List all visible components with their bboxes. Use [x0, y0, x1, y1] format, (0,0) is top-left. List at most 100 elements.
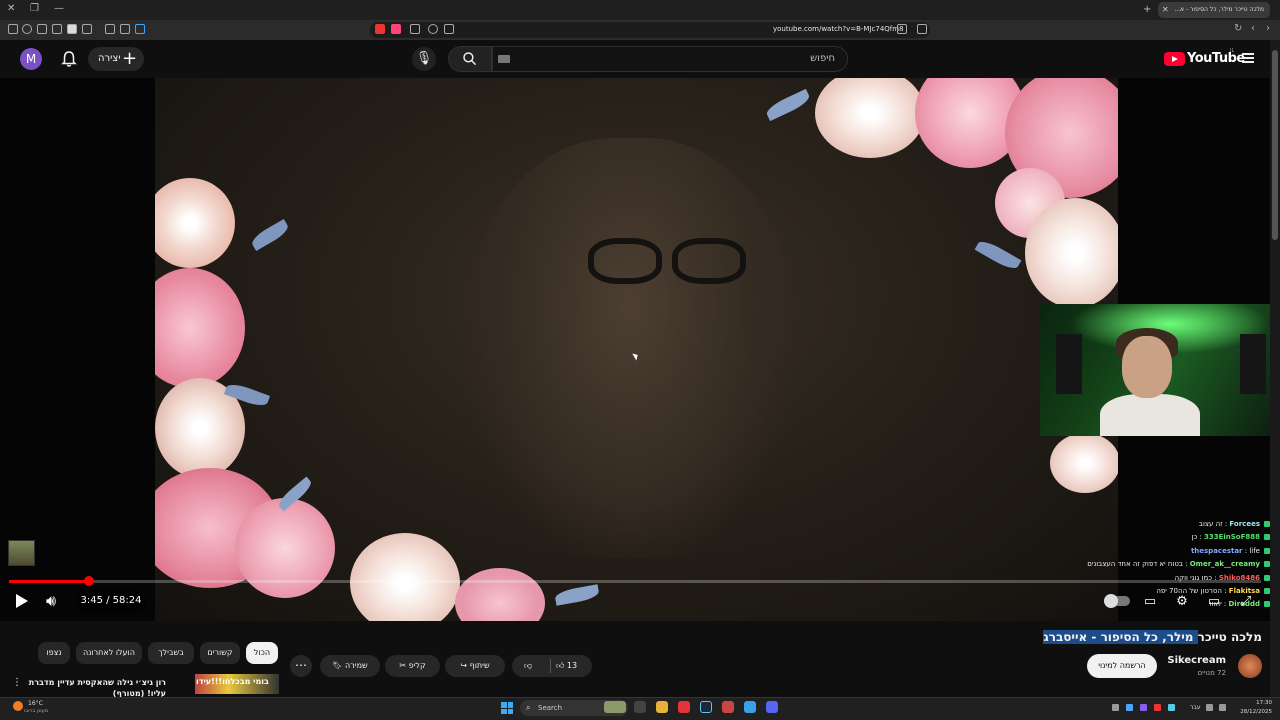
- brave-shields-icon[interactable]: [391, 24, 401, 34]
- close-tab-icon[interactable]: ✕: [1162, 2, 1169, 18]
- input-language[interactable]: עבר: [1190, 704, 1201, 711]
- account-avatar[interactable]: M: [20, 48, 42, 70]
- chip-for-you[interactable]: בשבילך: [148, 642, 194, 664]
- chip-related[interactable]: קשורים: [200, 642, 240, 664]
- cast-icon[interactable]: [444, 24, 454, 34]
- youtube-logo[interactable]: YouTube IL: [1164, 48, 1245, 68]
- music-icon[interactable]: [82, 24, 92, 34]
- leaf-decoration: [764, 88, 812, 122]
- bookmark-save-icon: 🔖︎: [332, 661, 343, 670]
- minimize-window-icon[interactable]: —: [54, 3, 64, 14]
- hydrangea-decoration: [155, 268, 245, 388]
- subscribe-button[interactable]: הרשמה למינוי: [1087, 654, 1157, 678]
- keyboard-icon[interactable]: [498, 55, 510, 63]
- subtitles-icon[interactable]: ▭: [1141, 594, 1159, 610]
- steam-icon[interactable]: [700, 701, 712, 713]
- forward-icon[interactable]: ›: [1266, 23, 1270, 34]
- chip-all[interactable]: הכול: [246, 642, 278, 664]
- tray-app-icon[interactable]: [1140, 704, 1147, 711]
- share-button[interactable]: שיתוף ↪: [445, 655, 505, 677]
- translate-icon[interactable]: [897, 24, 907, 34]
- chat-line: Omer_ak__creamy : בטוח יא דפוק זה אחד הע…: [1046, 558, 1270, 571]
- progress-scrubber-handle[interactable]: [84, 576, 95, 586]
- restore-window-icon[interactable]: ❐: [30, 3, 39, 14]
- leaf-decoration: [974, 237, 1022, 273]
- like-button[interactable]: 13 👍︎: [556, 655, 577, 677]
- title-text: מלכה טייכר: [1197, 630, 1262, 644]
- zoom-icon[interactable]: [428, 24, 438, 34]
- youtube-shortcut-icon[interactable]: [67, 24, 77, 34]
- hydrangea-decoration: [455, 568, 545, 621]
- play-button[interactable]: [12, 590, 32, 612]
- country-code: IL: [1230, 48, 1235, 54]
- brave-browser-icon[interactable]: [678, 701, 690, 713]
- tray-chevron-icon[interactable]: [1112, 704, 1119, 711]
- reload-icon[interactable]: ↻: [1234, 23, 1242, 34]
- fullscreen-icon[interactable]: ⤢: [1237, 594, 1255, 610]
- clock-time[interactable]: 17:30: [1236, 700, 1272, 706]
- channel-avatar[interactable]: [1238, 654, 1262, 678]
- wifi-icon[interactable]: [1206, 704, 1213, 711]
- share-page-icon[interactable]: [410, 24, 420, 34]
- clip-button[interactable]: קליפ ✂: [385, 655, 440, 677]
- new-tab-button[interactable]: +: [1143, 4, 1151, 15]
- volume-icon[interactable]: 🔊︎: [46, 590, 66, 612]
- shield-icon[interactable]: [22, 24, 32, 34]
- sidebar-icon[interactable]: [52, 24, 62, 34]
- widgets-icon[interactable]: [604, 701, 626, 713]
- rose-decoration: [1050, 433, 1118, 493]
- discord-icon[interactable]: [766, 701, 778, 713]
- search-input[interactable]: חיפוש: [492, 46, 848, 72]
- back-icon[interactable]: ‹: [1251, 23, 1255, 34]
- url-text: youtube.com/watch?v=B-MJc74Qfm8: [773, 25, 904, 33]
- recommended-video-title[interactable]: רון גיצ׳י גילה שהאקסית עדיין מדברת עליו!…: [26, 677, 166, 699]
- scrollbar-thumb[interactable]: [1272, 50, 1278, 240]
- puzzle-icon[interactable]: [37, 24, 47, 34]
- tabs-icon[interactable]: [105, 24, 115, 34]
- more-options-icon[interactable]: ⋮: [12, 677, 22, 688]
- search-button[interactable]: [448, 46, 492, 72]
- notifications-bell-icon[interactable]: [60, 50, 78, 68]
- weather-icon[interactable]: [13, 701, 23, 711]
- app-icon[interactable]: [722, 701, 734, 713]
- page-scrollbar[interactable]: [1270, 40, 1280, 697]
- tray-app-icon[interactable]: [1126, 704, 1133, 711]
- video-player[interactable]: Forcees : זה עצוב 333EinSoF888 : כן thes…: [0, 78, 1270, 621]
- dislike-button[interactable]: 👎︎: [524, 655, 532, 677]
- tray-app-icon[interactable]: [1168, 704, 1175, 711]
- hamburger-menu-icon[interactable]: [1242, 53, 1254, 63]
- channel-name[interactable]: Sikecream: [1150, 655, 1226, 666]
- speaker-icon[interactable]: [1219, 704, 1226, 711]
- active-tab[interactable]: ✕ מלכה טייכר מילר, כל הסיפור - א...: [1158, 2, 1270, 18]
- share-icon: ↪: [460, 661, 468, 670]
- chat-line: thespacestar : life: [1046, 545, 1270, 558]
- save-button[interactable]: שמירה 🔖︎: [320, 655, 380, 677]
- autoplay-toggle[interactable]: [1104, 594, 1130, 608]
- windows-start-icon[interactable]: [501, 702, 513, 714]
- file-explorer-icon[interactable]: [656, 701, 668, 713]
- ai-icon[interactable]: [135, 24, 145, 34]
- chip-recently-uploaded[interactable]: הועלו לאחרונה: [76, 642, 142, 664]
- brave-rewards-icon[interactable]: [375, 24, 385, 34]
- chat-line: Forcees : זה עצוב: [1046, 518, 1270, 531]
- bookmark-icon[interactable]: [917, 24, 927, 34]
- browser-toolbar: youtube.com/watch?v=B-MJc74Qfm8 ↻ ‹ ›: [0, 20, 1280, 40]
- close-window-icon[interactable]: ✕: [7, 3, 15, 14]
- settings-gear-icon[interactable]: ⚙: [1173, 594, 1191, 610]
- extensions-icon[interactable]: [8, 24, 18, 34]
- task-view-icon[interactable]: [634, 701, 646, 713]
- chip-watched[interactable]: נצפו: [38, 642, 70, 664]
- app-icon[interactable]: [744, 701, 756, 713]
- progress-bar[interactable]: [9, 580, 1261, 583]
- search-icon: ⌕: [526, 703, 531, 712]
- clock-date[interactable]: 28/12/2025: [1236, 709, 1272, 715]
- voice-search-button[interactable]: 🎙: [412, 47, 436, 71]
- rose-decoration: [350, 533, 460, 621]
- more-actions-icon[interactable]: ⋯: [290, 655, 312, 677]
- wallet-icon[interactable]: [120, 24, 130, 34]
- theater-mode-icon[interactable]: ▭: [1205, 594, 1223, 610]
- leaf-decoration: [554, 584, 600, 606]
- create-button[interactable]: יצירה +: [88, 47, 144, 71]
- tray-app-icon[interactable]: [1154, 704, 1161, 711]
- browser-tab-strip: ✕ ❐ — + ✕ מלכה טייכר מילר, כל הסיפור - א…: [0, 0, 1280, 20]
